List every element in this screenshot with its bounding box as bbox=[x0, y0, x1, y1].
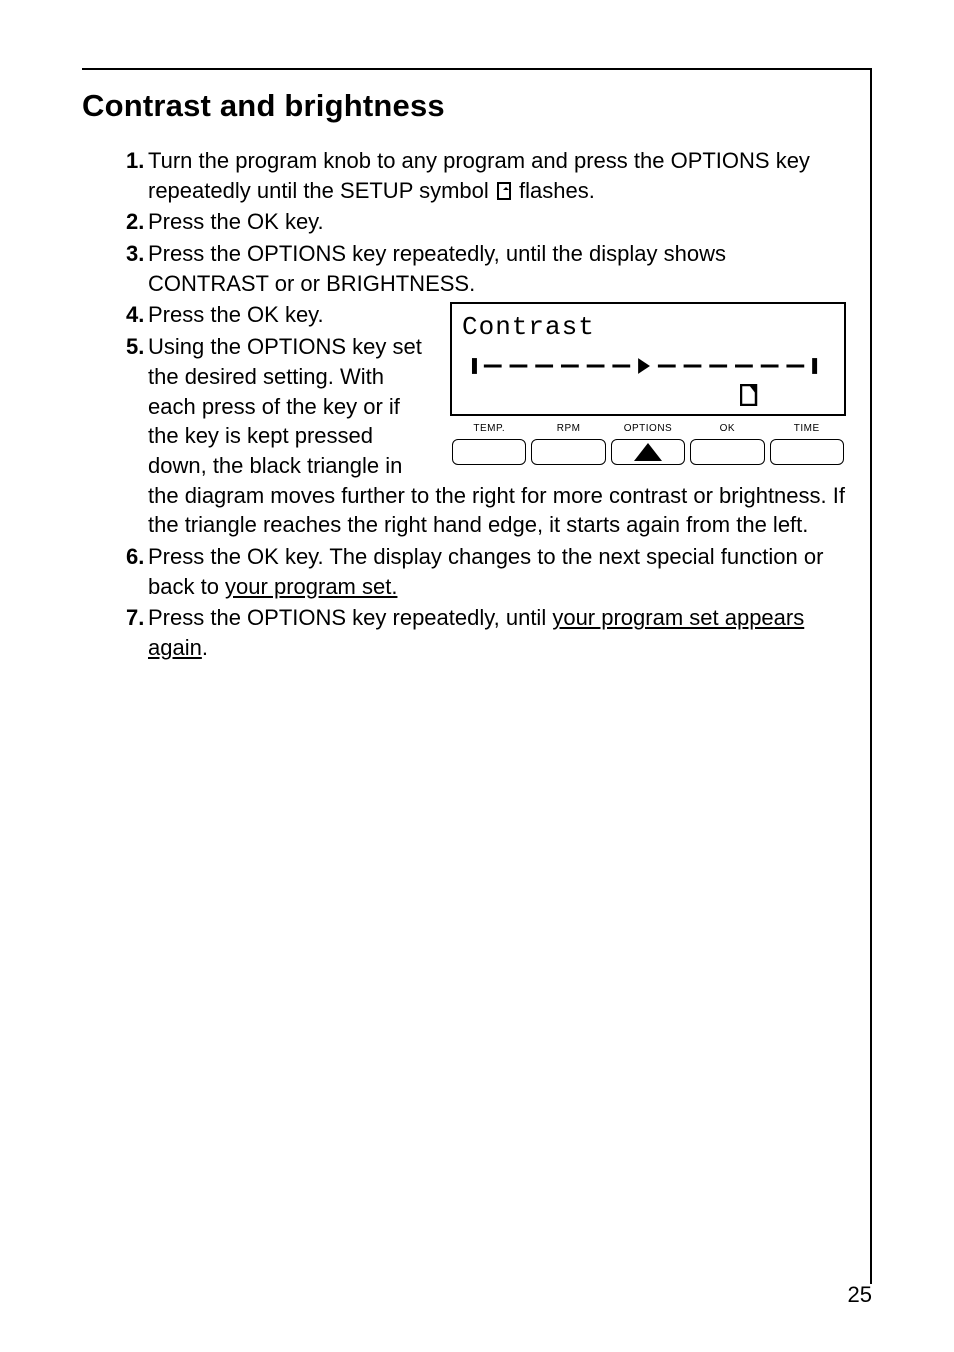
step-4: Contrast bbox=[126, 300, 846, 330]
step-number: 1. bbox=[126, 146, 144, 176]
step-1: 1. Turn the program knob to any program … bbox=[126, 146, 846, 205]
step-number: 4. bbox=[126, 300, 144, 330]
step-5: 5. Using the OPTIONS key set the desired… bbox=[126, 332, 846, 540]
step-text: Press the OK key. bbox=[148, 209, 324, 234]
step-3: 3. Press the OPTIONS key repeatedly, unt… bbox=[126, 239, 846, 298]
step-text: Using the OPTIONS key set the desired se… bbox=[148, 334, 845, 537]
step-2: 2. Press the OK key. bbox=[126, 207, 846, 237]
page-frame: Contrast and brightness 1. Turn the prog… bbox=[82, 68, 872, 1284]
step-number: 2. bbox=[126, 207, 144, 237]
step-number: 6. bbox=[126, 542, 144, 572]
step-number: 7. bbox=[126, 603, 144, 633]
step-text: . bbox=[202, 635, 208, 660]
step-7: 7. Press the OPTIONS key repeatedly, unt… bbox=[126, 603, 846, 662]
step-text: Press the OK key. bbox=[148, 302, 324, 327]
page-number: 25 bbox=[848, 1282, 872, 1308]
step-number: 5. bbox=[126, 332, 144, 362]
step-number: 3. bbox=[126, 239, 144, 269]
section-title: Contrast and brightness bbox=[82, 88, 870, 124]
instruction-list: 1. Turn the program knob to any program … bbox=[82, 146, 846, 663]
step-text: Turn the program knob to any program and… bbox=[148, 148, 810, 203]
step-text-underline: your program set. bbox=[225, 574, 397, 599]
step-6: 6. Press the OK key. The display changes… bbox=[126, 542, 846, 601]
step-text: Press the OPTIONS key repeatedly, until … bbox=[148, 241, 726, 296]
step-text: flashes. bbox=[513, 178, 595, 203]
setup-icon bbox=[497, 182, 511, 200]
step-text: Press the OPTIONS key repeatedly, until bbox=[148, 605, 552, 630]
